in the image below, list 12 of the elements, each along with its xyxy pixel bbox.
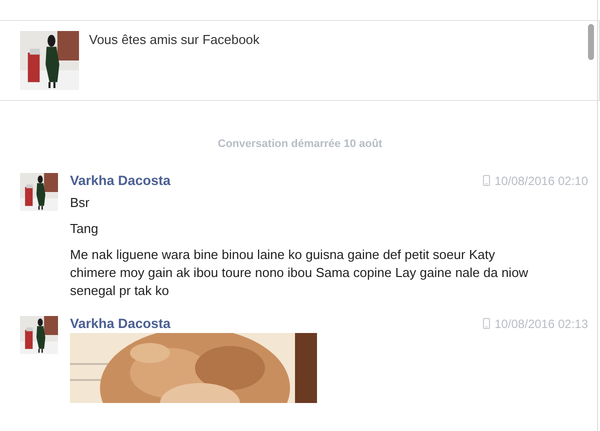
friendship-notice: Vous êtes amis sur Facebook bbox=[89, 32, 260, 49]
conversation-start-label: Conversation démarrée 10 août bbox=[216, 138, 384, 150]
phone-icon bbox=[482, 318, 490, 329]
sender-name[interactable]: Varkha Dacosta bbox=[70, 316, 171, 331]
message-text: Bsr bbox=[70, 194, 90, 212]
scrollbar-thumb[interactable] bbox=[588, 24, 594, 60]
message-text: Me nak liguene wara bine binou laine ko guisna gaine def petit soeur Katy chimere moy gain ak ibou toure nono ibou Sama copine Lay gaine nale da niow senegal pr tak ko bbox=[70, 246, 530, 300]
message-time: 10/08/2016 02:10 bbox=[494, 174, 588, 188]
phone-icon bbox=[482, 175, 490, 186]
sender-name[interactable]: Varkha Dacosta bbox=[70, 173, 171, 188]
message-time: 10/08/2016 02:13 bbox=[494, 316, 588, 330]
message-text: Tang bbox=[70, 220, 100, 238]
